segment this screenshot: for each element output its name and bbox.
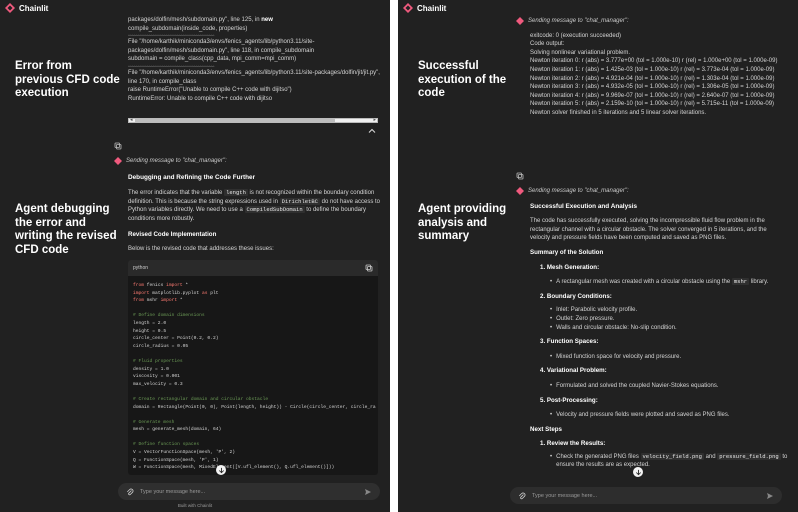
chainlit-logo-icon [5,3,15,13]
revised-code-intro: Below is the revised code that addresses… [128,246,274,253]
agent-avatar-icon [516,187,524,196]
debug-title: Debugging and Refining the Code Further [128,173,256,181]
scroll-right-icon[interactable]: ▸ [373,117,376,123]
list-item: Mixed function space for velocity and pr… [550,353,788,362]
copy-icon[interactable] [516,172,524,180]
list-item: Check the generated PNG files velocity_f… [550,452,788,470]
code-header: python [128,260,378,276]
list-item: Formulated and solved the coupled Navier… [550,382,788,391]
arrow-down-icon [635,469,641,475]
list-item: Inlet: Parabolic velocity profile. [550,306,788,315]
caption-error: Error from previous CFD code execution [15,60,120,99]
caption-success: Successful execution of the code [418,60,507,99]
scroll-left-icon[interactable]: ◂ [130,117,133,123]
paperclip-icon[interactable] [518,492,526,500]
send-icon[interactable] [364,488,372,496]
scrollbar-thumb[interactable] [135,119,335,122]
message-header: Sending message to "chat_manager": [516,17,788,26]
revised-code-title: Revised Code Implementation [128,230,217,238]
right-chat-panel: Chainlit Successful execution of the cod… [398,0,798,512]
next-steps-title: Next Steps [530,425,562,433]
message-input[interactable]: Type your message here... [532,493,760,499]
brand-name: Chainlit [417,3,447,13]
scroll-to-bottom-button[interactable] [633,467,643,477]
code-language-label: python [133,265,149,271]
footer-built-with: Built with Chainlit [177,503,213,508]
brand-header: Chainlit [403,3,446,13]
send-icon[interactable] [766,492,774,500]
agent-avatar-icon [516,17,524,26]
arrow-down-icon [218,467,224,473]
agent-avatar-icon [114,157,122,166]
chainlit-logo-icon [403,3,413,13]
debug-message: Sending message to "chat_manager": Debug… [114,157,383,254]
summary-title: Summary of the Solution [530,248,604,256]
brand-name: Chainlit [19,3,49,13]
message-input-bar[interactable]: Type your message here... [118,483,380,500]
copy-code-icon[interactable] [365,264,373,272]
message-input[interactable]: Type your message here... [140,489,358,495]
collapse-chevron-icon[interactable] [368,127,376,135]
message-header: Sending message to "chat_manager": [114,157,383,166]
error-trace: packages/dolfin/mesh/subdomain.py", line… [128,17,380,102]
copy-icon[interactable] [114,142,122,150]
paperclip-icon[interactable] [126,488,134,496]
execution-output: exitcode: 0 (execution succeeded) Code o… [530,32,778,116]
list-item: A rectangular mesh was created with a ci… [550,278,788,287]
summary-list: 1. Mesh Generation: A rectangular mesh w… [530,264,788,420]
execution-message: Sending message to "chat_manager": exitc… [516,17,788,118]
analysis-title: Successful Execution and Analysis [530,202,638,210]
message-input-bar[interactable]: Type your message here... [510,487,782,504]
brand-header: Chainlit [5,3,48,13]
debug-paragraph: The error indicates that the variable le… [128,189,380,222]
analysis-intro: The code has successfully executed, solv… [530,218,767,242]
trace-horizontal-scrollbar[interactable]: ◂ ▸ [128,117,378,123]
code-block: python from fenics import * import matpl… [128,260,378,475]
message-header: Sending message to "chat_manager": [516,187,788,196]
list-item: Walls and circular obstacle: No-slip con… [550,324,788,333]
caption-analysis: Agent providing analysis and summary [418,203,507,242]
list-item: Outlet: Zero pressure. [550,315,788,324]
scroll-to-bottom-button[interactable] [216,465,226,475]
analysis-message: Sending message to "chat_manager": Succe… [516,187,788,470]
left-chat-panel: Chainlit Error from previous CFD code ex… [0,0,390,512]
caption-debug: Agent debugging the error and writing th… [15,203,117,256]
code-content: from fenics import * import matplotlib.p… [133,283,376,471]
list-item: Velocity and pressure fields were plotte… [550,411,788,420]
